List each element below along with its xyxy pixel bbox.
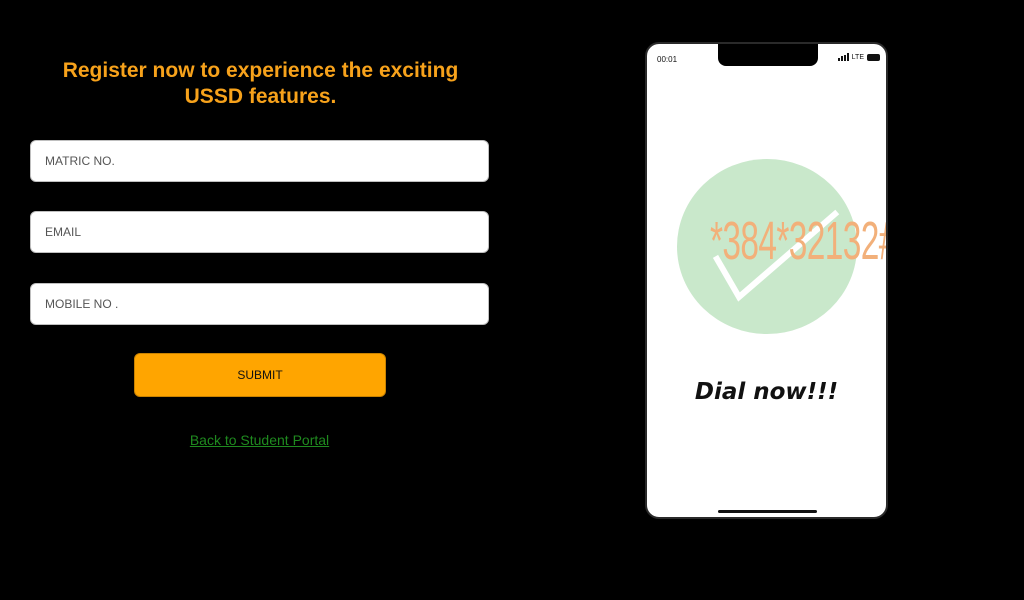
network-label: LTE	[851, 53, 864, 61]
phone-mockup: 00:01 LTE *384*32132# Dial now!!!	[645, 42, 888, 519]
page: Register now to experience the exciting …	[0, 0, 1024, 600]
registration-form: Register now to experience the exciting …	[30, 58, 491, 448]
back-to-student-portal-link[interactable]: Back to Student Portal	[30, 432, 489, 448]
phone-notch	[718, 44, 818, 66]
email-input[interactable]	[30, 211, 489, 253]
status-time: 00:01	[657, 55, 678, 64]
ussd-graphic: *384*32132#	[677, 159, 888, 334]
home-indicator	[718, 510, 817, 513]
status-bar-right: LTE	[837, 53, 880, 61]
signal-icon	[837, 53, 849, 61]
ussd-code: *384*32132#	[709, 211, 888, 271]
battery-icon	[867, 53, 880, 61]
mobile-no-input[interactable]	[30, 283, 489, 325]
page-title: Register now to experience the exciting …	[62, 59, 459, 108]
dial-now-text: Dial now!!!	[694, 379, 839, 405]
submit-button[interactable]: SUBMIT	[134, 353, 386, 397]
matric-no-input[interactable]	[30, 140, 489, 182]
